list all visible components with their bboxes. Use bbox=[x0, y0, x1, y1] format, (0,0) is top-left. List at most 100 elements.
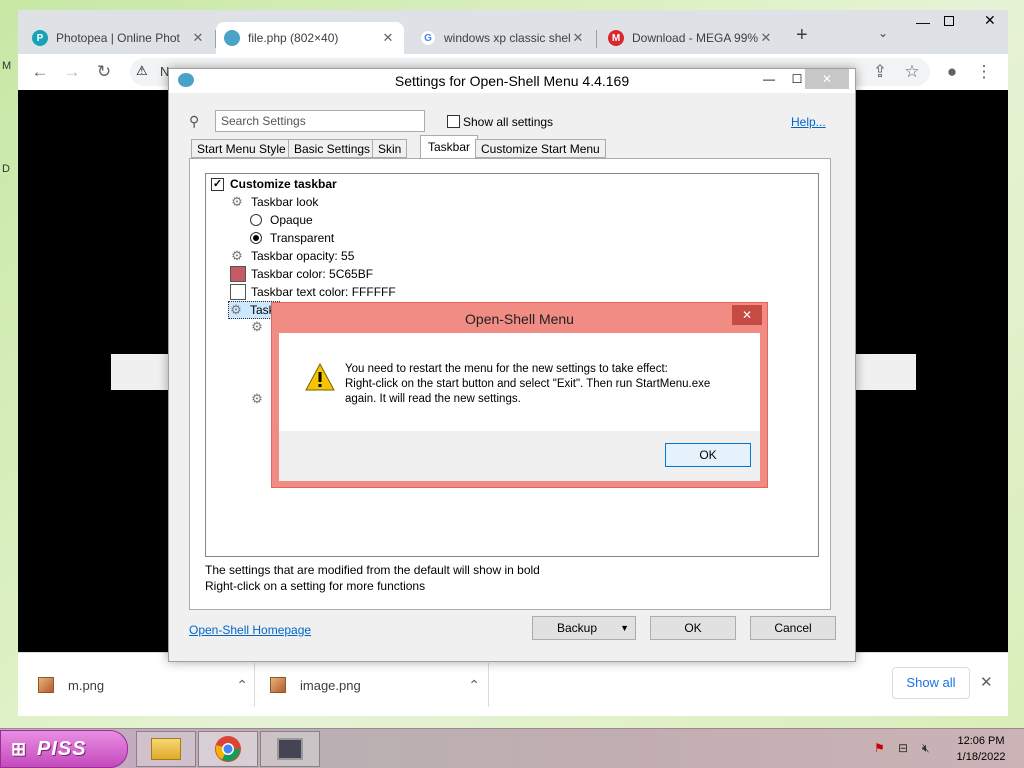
back-icon[interactable]: ← bbox=[30, 62, 50, 82]
image-file-icon bbox=[270, 677, 286, 693]
hint-right-click: Right-click on a setting for more functi… bbox=[205, 579, 426, 593]
search-settings-input[interactable]: Search Settings bbox=[215, 110, 425, 132]
backup-button[interactable]: Backup ▼ bbox=[532, 616, 636, 640]
desktop-icon-fragment: D bbox=[2, 163, 10, 175]
menu-kebab-icon[interactable]: ⋮ bbox=[974, 62, 994, 82]
computer-icon bbox=[277, 738, 303, 760]
close-icon[interactable]: ✕ bbox=[190, 30, 206, 46]
reload-icon[interactable]: ↻ bbox=[94, 62, 114, 82]
download-name: m.png bbox=[68, 677, 105, 693]
maximize-icon[interactable] bbox=[944, 16, 954, 26]
download-item[interactable]: m.png ⌃ bbox=[38, 653, 248, 717]
windows-taskbar: ⊞ PISS ⚑ ⊟ 🔇︎ 12:06 PM 1/18/2022 bbox=[0, 728, 1024, 768]
customize-taskbar-item[interactable]: ✓ Customize taskbar bbox=[211, 175, 337, 193]
dialog-titlebar: Open-Shell Menu bbox=[272, 303, 767, 333]
tree-label: Taskbar look bbox=[251, 195, 319, 209]
warning-icon: ⚠ bbox=[136, 63, 148, 78]
volume-muted-icon[interactable]: 🔇︎ bbox=[922, 741, 930, 756]
chevron-up-icon[interactable]: ⌃ bbox=[236, 677, 248, 694]
bookmark-star-icon[interactable]: ☆ bbox=[902, 62, 922, 82]
ok-button[interactable]: OK bbox=[650, 616, 736, 640]
gear-icon: ⚙ bbox=[230, 302, 242, 317]
show-all-button[interactable]: Show all bbox=[892, 667, 970, 699]
cancel-button[interactable]: Cancel bbox=[750, 616, 836, 640]
tab-start-menu-style[interactable]: Start Menu Style bbox=[191, 139, 292, 158]
forward-icon[interactable]: → bbox=[62, 62, 82, 82]
close-icon[interactable]: ✕ bbox=[380, 30, 396, 46]
homepage-link[interactable]: Open-Shell Homepage bbox=[189, 623, 311, 637]
opaque-option[interactable]: Opaque bbox=[250, 211, 313, 229]
share-icon[interactable]: ⇪ bbox=[870, 62, 890, 82]
taskbar-color-item[interactable]: Taskbar color: 5C65BF bbox=[230, 265, 373, 283]
tree-label: Taskbar opacity: 55 bbox=[251, 249, 355, 263]
browser-tab-active[interactable]: file.php (802×40) ✕ bbox=[216, 22, 404, 54]
chevron-up-icon[interactable]: ⌃ bbox=[468, 677, 480, 694]
clock-time: 12:06 PM bbox=[957, 735, 1005, 747]
dialog-title: Open-Shell Menu bbox=[465, 311, 574, 327]
folder-icon bbox=[151, 738, 181, 760]
hint-bold-settings: The settings that are modified from the … bbox=[205, 563, 540, 577]
tab-basic-settings[interactable]: Basic Settings bbox=[288, 139, 377, 158]
tab-taskbar[interactable]: Taskbar bbox=[420, 135, 479, 158]
taskbar-settings-app[interactable] bbox=[260, 731, 320, 767]
close-downloads-icon[interactable]: ✕ bbox=[980, 673, 993, 691]
taskbar-explorer[interactable] bbox=[136, 731, 196, 767]
close-icon[interactable]: ✕ bbox=[758, 30, 774, 46]
photopea-icon: P bbox=[32, 30, 48, 46]
close-icon[interactable]: ✕ bbox=[805, 69, 849, 89]
dropdown-arrow-icon: ▼ bbox=[620, 623, 629, 633]
start-label: PISS bbox=[37, 737, 87, 760]
close-window-icon[interactable]: ✕ bbox=[984, 12, 996, 29]
show-all-settings-checkbox[interactable] bbox=[447, 115, 460, 128]
browser-tab[interactable]: M Download - MEGA 99% ✕ bbox=[600, 22, 782, 54]
dialog-ok-button[interactable]: OK bbox=[665, 443, 751, 467]
transparent-option[interactable]: Transparent bbox=[250, 229, 334, 247]
download-name: image.png bbox=[300, 677, 361, 693]
system-clock[interactable]: 12:06 PM 1/18/2022 bbox=[948, 733, 1014, 765]
settings-titlebar: Settings for Open-Shell Menu 4.4.169 — ☐… bbox=[169, 69, 855, 93]
opaque-radio[interactable] bbox=[250, 214, 262, 226]
tab-search-icon[interactable]: ⌄ bbox=[878, 26, 888, 40]
tab-title: Download - MEGA 99% bbox=[632, 31, 758, 45]
browser-tab[interactable]: G windows xp classic shel ✕ bbox=[412, 22, 594, 54]
tab-title: Photopea | Online Phot bbox=[56, 31, 180, 45]
settings-title: Settings for Open-Shell Menu 4.4.169 bbox=[394, 73, 630, 89]
minimize-icon[interactable]: — bbox=[755, 69, 783, 89]
start-button[interactable]: ⊞ PISS bbox=[0, 730, 128, 768]
network-icon[interactable]: ⊟ bbox=[898, 741, 908, 755]
gear-icon: ⚙ bbox=[251, 319, 263, 334]
profile-avatar-icon[interactable]: ● bbox=[942, 62, 962, 82]
gear-icon: ⚙ bbox=[231, 248, 243, 263]
tree-label: Opaque bbox=[270, 213, 313, 227]
transparent-radio[interactable] bbox=[250, 232, 262, 244]
minimize-icon[interactable]: — bbox=[916, 14, 930, 30]
action-center-flag-icon[interactable]: ⚑ bbox=[874, 741, 885, 755]
dialog-message-line: again. It will read the new settings. bbox=[345, 393, 521, 405]
tab-strip: P Photopea | Online Phot ✕ file.php (802… bbox=[18, 10, 1008, 54]
tab-title: file.php (802×40) bbox=[248, 31, 339, 45]
taskbar-look-item[interactable]: ⚙ Taskbar look bbox=[230, 193, 318, 211]
openshell-icon bbox=[224, 30, 240, 46]
color-swatch bbox=[230, 284, 246, 300]
image-strip bbox=[856, 354, 916, 390]
help-link[interactable]: Help... bbox=[791, 115, 826, 129]
taskbar-opacity-item[interactable]: ⚙ Taskbar opacity: 55 bbox=[230, 247, 354, 265]
tree-label: Customize taskbar bbox=[230, 177, 337, 191]
close-icon[interactable]: ✕ bbox=[732, 305, 762, 325]
browser-tab[interactable]: P Photopea | Online Phot ✕ bbox=[24, 22, 214, 54]
tab-customize-start-menu[interactable]: Customize Start Menu bbox=[475, 139, 606, 158]
taskbar-chrome[interactable] bbox=[198, 731, 258, 767]
tree-label: Taskbar text color: FFFFFF bbox=[251, 285, 396, 299]
dialog-footer: OK bbox=[279, 431, 760, 481]
tab-skin[interactable]: Skin bbox=[372, 139, 408, 158]
download-item[interactable]: image.png ⌃ bbox=[270, 653, 480, 717]
new-tab-button[interactable]: + bbox=[796, 24, 808, 47]
tree-label: Transparent bbox=[270, 231, 335, 245]
taskbar-text-color-item[interactable]: Taskbar text color: FFFFFF bbox=[230, 283, 396, 301]
close-icon[interactable]: ✕ bbox=[570, 30, 586, 46]
color-swatch bbox=[230, 266, 246, 282]
customize-taskbar-checkbox[interactable]: ✓ bbox=[211, 177, 224, 191]
image-strip bbox=[111, 354, 171, 390]
tab-title: windows xp classic shel bbox=[444, 31, 570, 45]
divider bbox=[488, 663, 489, 707]
